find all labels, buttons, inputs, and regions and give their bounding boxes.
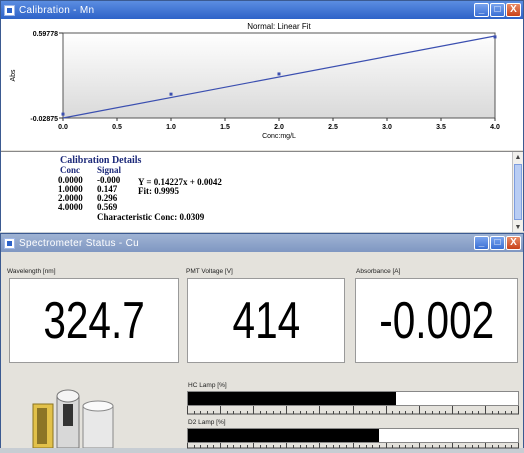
characteristic-conc-text: Characteristic Conc: 0.0309 xyxy=(97,212,205,222)
x-tick-label: 0.0 xyxy=(58,124,68,131)
x-axis-label: Conc:mg/L xyxy=(262,133,296,140)
d2-lamp-scale xyxy=(187,443,519,449)
calibration-minimize-button[interactable]: _ xyxy=(474,3,489,17)
absorbance-display: -0.002 xyxy=(355,278,518,363)
data-point xyxy=(277,72,281,76)
instrument-image xyxy=(21,382,121,449)
d2-lamp-bar xyxy=(187,428,519,443)
x-tick-label: 1.0 xyxy=(166,124,176,131)
calibration-title: Calibration - Mn xyxy=(19,4,95,16)
pmt-voltage-value: 414 xyxy=(232,291,300,350)
spectrometer-window: Spectrometer Status - Cu _ □ X Wavelengt… xyxy=(0,233,524,449)
x-tick-label: 2.5 xyxy=(328,124,338,131)
wavelength-display: 324.7 xyxy=(9,278,179,363)
spectrometer-title: Spectrometer Status - Cu xyxy=(19,237,140,249)
y-tick-label: -0.02875 xyxy=(30,116,58,123)
calibration-close-button[interactable]: X xyxy=(506,3,521,17)
data-point xyxy=(61,112,65,116)
scroll-up-arrow-icon[interactable]: ▲ xyxy=(513,152,523,162)
spectrometer-titlebar[interactable]: Spectrometer Status - Cu _ □ X xyxy=(1,234,523,252)
calibration-window: Calibration - Mn _ □ X Normal: Linear Fi… xyxy=(0,0,524,232)
data-point xyxy=(493,35,497,39)
calibration-chart: Normal: Linear Fit 0.59778 -0.02875 Abs 0.0 0… xyxy=(10,22,500,140)
d2-lamp-label: D2 Lamp [%] xyxy=(188,419,226,426)
spectrometer-maximize-button[interactable]: □ xyxy=(490,236,505,250)
signal-column-header: Signal xyxy=(97,165,122,175)
spectrometer-close-button[interactable]: X xyxy=(506,236,521,250)
absorbance-label: Absorbance [A] xyxy=(356,268,401,275)
chart-title: Normal: Linear Fit xyxy=(247,22,311,31)
x-tick-label: 3.5 xyxy=(436,124,446,131)
hc-lamp-fill xyxy=(188,392,396,405)
hc-lamp-scale xyxy=(187,406,519,415)
y-tick-label: 0.59778 xyxy=(33,31,58,38)
calibration-maximize-button[interactable]: □ xyxy=(490,3,505,17)
x-tick-label: 2.0 xyxy=(274,124,284,131)
y-axis-label: Abs xyxy=(10,69,17,82)
wavelength-value: 324.7 xyxy=(43,291,145,350)
x-tick-label: 1.5 xyxy=(220,124,230,131)
pmt-voltage-label: PMT Voltage [V] xyxy=(186,268,233,275)
calibration-titlebar[interactable]: Calibration - Mn _ □ X xyxy=(1,1,523,19)
hc-lamp-bar xyxy=(187,391,519,406)
calibration-window-icon xyxy=(4,4,15,16)
wavelength-label: Wavelength [nm] xyxy=(7,268,56,275)
x-tick-label: 0.5 xyxy=(112,124,122,131)
lamp-turret-icon xyxy=(32,389,114,449)
signal-cell: 0.569 xyxy=(97,202,118,212)
data-point xyxy=(169,92,173,96)
spectrometer-window-icon xyxy=(4,237,15,249)
conc-cell: 4.0000 xyxy=(58,202,83,212)
scroll-down-arrow-icon[interactable]: ▼ xyxy=(513,222,523,232)
fit-text: Fit: 0.9995 xyxy=(138,186,179,196)
hc-lamp-label: HC Lamp [%] xyxy=(188,382,227,389)
x-tick-label: 4.0 xyxy=(490,124,500,131)
d2-lamp-fill xyxy=(188,429,380,442)
conc-column-header: Conc xyxy=(60,165,80,175)
x-tick-label: 3.0 xyxy=(382,124,392,131)
scroll-thumb[interactable] xyxy=(514,164,522,220)
calibration-chart-area: Normal: Linear Fit 0.59778 -0.02875 Abs 0.0 0… xyxy=(1,19,523,150)
details-scrollbar[interactable]: ▲ ▼ xyxy=(512,152,523,232)
spectrometer-minimize-button[interactable]: _ xyxy=(474,236,489,250)
calibration-details-panel: Calibration Details Conc Signal 0.0000 -… xyxy=(1,151,523,232)
absorbance-value: -0.002 xyxy=(378,291,494,350)
pmt-voltage-display: 414 xyxy=(187,278,345,363)
